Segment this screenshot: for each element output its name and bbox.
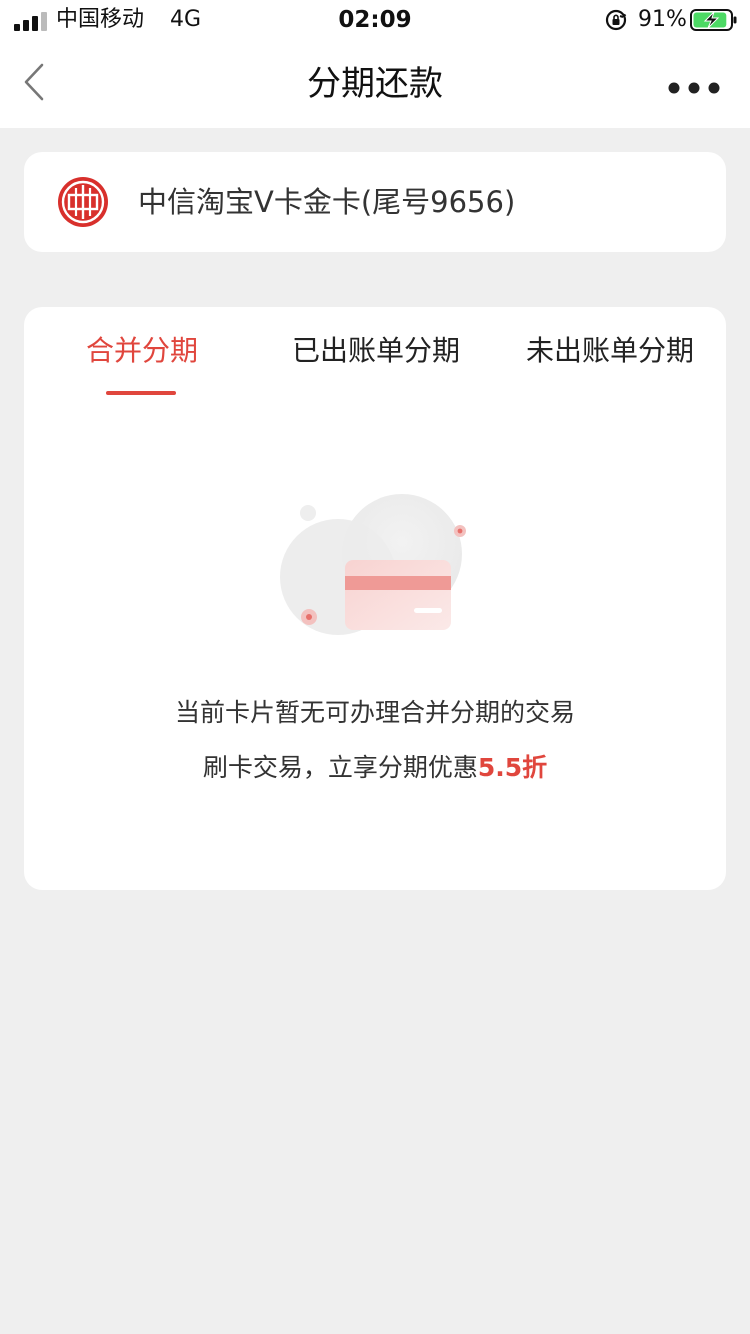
installment-panel: 合并分期 已出账单分期 未出账单分期 当前卡片暂无可办理合并分期的交易 刷卡交易… [24,307,726,890]
promo-text: 刷卡交易，立享分期优惠5.5折 [24,750,726,786]
promo-discount: 5.5折 [477,753,548,782]
empty-message: 当前卡片暂无可办理合并分期的交易 [174,698,575,727]
status-bar: 中国移动 4G 02:09 91% [0,0,750,40]
page-title: 分期还款 [307,64,443,104]
battery-charging-icon [690,9,737,31]
active-tab-indicator [106,391,176,395]
tab-merge-installment[interactable]: 合并分期 [86,331,198,371]
promo-prefix: 刷卡交易，立享分期优惠 [202,753,478,782]
navigation-bar: 分期还款 [0,40,750,128]
empty-card-illustration [280,494,466,635]
orientation-lock-icon [605,9,627,31]
tab-unbilled-installment[interactable]: 未出账单分期 [526,331,694,371]
card-selector[interactable]: 中信淘宝V卡金卡(尾号9656) [24,152,726,252]
tab-billed-installment[interactable]: 已出账单分期 [292,331,460,371]
card-name: 中信淘宝V卡金卡(尾号9656) [138,185,516,219]
citic-bank-logo [58,177,108,227]
more-dots-icon[interactable] [664,70,724,100]
battery-percent: 91% [638,7,687,32]
